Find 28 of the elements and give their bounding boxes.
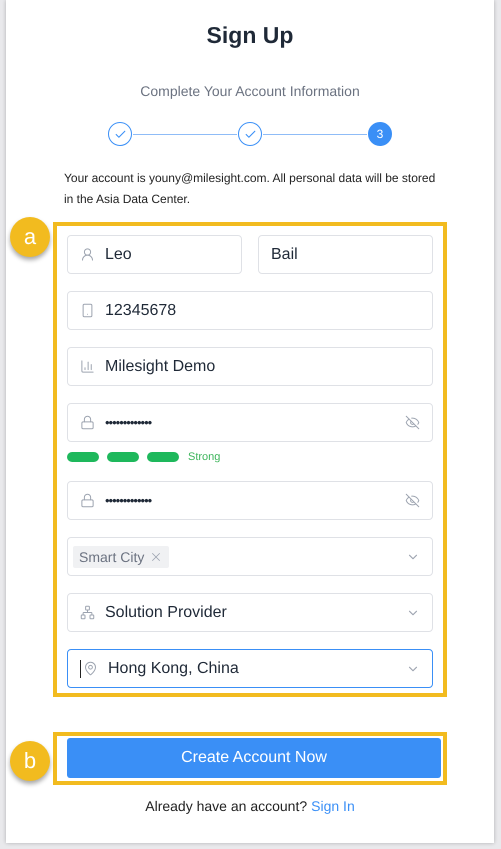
company-field[interactable]: Milesight Demo	[67, 347, 433, 386]
person-icon	[80, 247, 95, 262]
eye-slash-icon[interactable]	[405, 493, 420, 508]
strength-label: Strong	[188, 451, 220, 463]
industry-select[interactable]: Smart City	[67, 537, 433, 576]
role-select[interactable]: Solution Provider	[67, 593, 433, 632]
tag: Smart City	[73, 546, 170, 568]
phone-icon	[80, 303, 95, 318]
confirm-password-field[interactable]: •••••••••••••	[67, 481, 433, 520]
lock-icon	[80, 415, 95, 430]
step-indicator: 3	[368, 122, 392, 146]
password-field[interactable]: •••••••••••••	[67, 403, 433, 442]
lock-icon	[80, 493, 95, 508]
last-name-field[interactable]: Bail	[258, 235, 433, 274]
bar-chart-icon	[80, 359, 95, 374]
text-cursor	[80, 660, 81, 678]
eye-slash-icon[interactable]	[405, 415, 420, 430]
page-title: Sign Up	[206, 22, 294, 49]
phone-field[interactable]: 12345678	[67, 291, 433, 330]
location-pin-icon	[83, 661, 98, 676]
first-name-field[interactable]: Leo	[67, 235, 242, 274]
account-notice: Your account is youny@milesight.com. All personal data will be stored in the Asia Data Center.	[64, 170, 436, 208]
footer-text: Already have an account?	[145, 798, 308, 814]
callout-marker: b	[10, 741, 50, 781]
callout-marker: a	[10, 217, 50, 257]
hierarchy-icon	[80, 605, 95, 620]
region-select[interactable]: Hong Kong, China	[67, 649, 433, 688]
subtitle: Complete Your Account Information	[140, 83, 360, 99]
